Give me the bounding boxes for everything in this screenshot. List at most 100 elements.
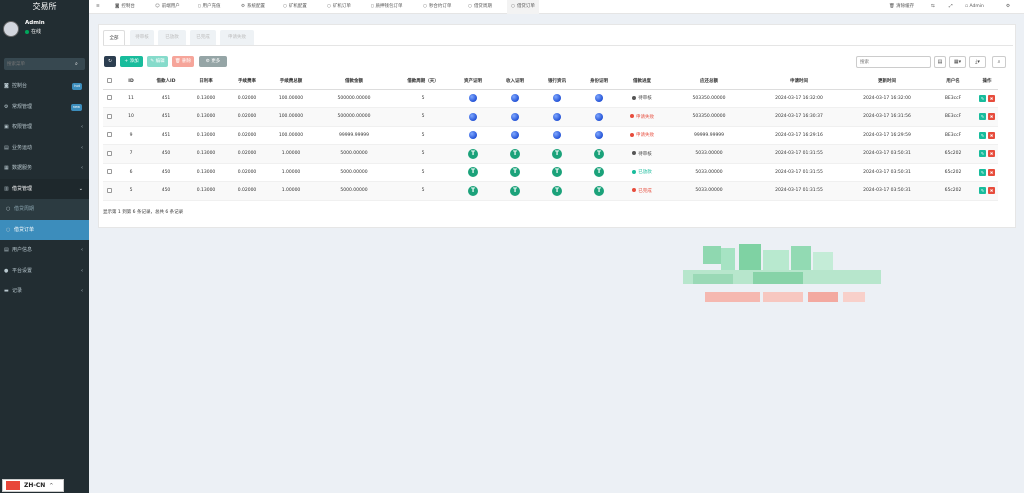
id-proof-tether-icon[interactable]: T [594, 148, 604, 159]
table-row[interactable]: 6 450 0.13000 0.02000 1.00000 5000.00000 5 T T T T… [103, 163, 998, 182]
sidebar-item-3[interactable]: ▤ 业务运动 ‹ [0, 138, 89, 159]
cell-income-proof[interactable] [494, 126, 536, 145]
edit-row-icon[interactable]: ✎ [979, 150, 986, 158]
bank-info-tether-icon[interactable]: T [552, 167, 562, 178]
asset-proof-tether-icon[interactable]: T [468, 185, 478, 196]
cell-id-proof[interactable] [578, 126, 620, 145]
delete-row-icon[interactable]: ✖ [988, 187, 995, 195]
delete-button[interactable]: 🗑 删除 [172, 56, 194, 67]
income-proof-tether-icon[interactable]: T [510, 167, 520, 178]
top-tab-9[interactable]: ○ 借贷订单 [507, 0, 539, 14]
delete-row-icon[interactable]: ✖ [988, 94, 995, 102]
delete-row-icon[interactable]: ✖ [988, 168, 995, 176]
id-proof-tether-icon[interactable]: T [594, 185, 604, 196]
cell-income-proof[interactable]: T [494, 163, 536, 182]
cell-id-proof[interactable]: T [578, 144, 620, 164]
income-proof-thumbnail-icon[interactable] [511, 112, 519, 121]
cell-bank-info[interactable]: T [536, 181, 578, 201]
table-row[interactable]: 10 451 0.13000 0.02000 100.00000 500000.00000… [103, 107, 998, 127]
toggle-view-icon[interactable]: ▤ [934, 56, 946, 68]
top-tab-3[interactable]: ⚙ 系统配置 [237, 0, 269, 14]
common-search-icon[interactable]: ⌕ [992, 56, 1006, 68]
checkbox-icon[interactable] [107, 150, 112, 156]
top-tab-5[interactable]: ○ 矿机订单 [323, 0, 355, 14]
top-tab-8[interactable]: ○ 借贷周期 [464, 0, 496, 14]
row-checkbox[interactable] [103, 126, 116, 145]
sidebar-item-4[interactable]: ▦ 数据服务 ‹ [0, 158, 89, 179]
bank-info-thumbnail-icon[interactable] [553, 131, 561, 140]
status-tab-0[interactable]: 全部 [103, 30, 125, 45]
delete-row-icon[interactable]: ✖ [988, 150, 995, 158]
refresh-button[interactable]: ↻ [104, 56, 116, 67]
clear-cache-button[interactable]: 🗑 清除缓存 [889, 0, 914, 14]
row-checkbox[interactable] [103, 89, 116, 108]
checkbox-icon[interactable] [107, 113, 112, 119]
asset-proof-thumbnail-icon[interactable] [469, 112, 477, 121]
status-tab-3[interactable]: 已完成 [190, 30, 216, 45]
cell-bank-info[interactable]: T [536, 163, 578, 182]
income-proof-thumbnail-icon[interactable] [511, 94, 519, 103]
export-dropdown-icon[interactable]: ⤓▾ [969, 56, 986, 68]
select-all-checkbox[interactable] [103, 74, 116, 90]
cell-asset-proof[interactable] [452, 89, 494, 108]
asset-proof-thumbnail-icon[interactable] [469, 94, 477, 103]
table-search-input[interactable] [856, 56, 931, 68]
edit-button[interactable]: ✎ 编辑 [147, 56, 168, 67]
row-checkbox[interactable] [103, 107, 116, 127]
table-row[interactable]: 11 451 0.13000 0.02000 100.00000 500000.00000… [103, 89, 998, 108]
cell-asset-proof[interactable]: T [452, 163, 494, 182]
cell-id-proof[interactable]: T [578, 163, 620, 182]
table-row[interactable]: 9 451 0.13000 0.02000 100.00000 99999.99999 5 申… [103, 126, 998, 145]
avatar[interactable] [3, 21, 19, 37]
cell-id-proof[interactable]: T [578, 181, 620, 201]
columns-dropdown-icon[interactable]: ▦▾ [949, 56, 966, 68]
edit-row-icon[interactable]: ✎ [979, 168, 986, 176]
more-button[interactable]: ⚙ 更多 [199, 56, 227, 67]
sidebar-item-8[interactable]: ▤ 用户信息 ‹ [0, 240, 89, 261]
sidebar-item-7[interactable]: ○ 借贷订单 [0, 219, 89, 240]
sidebar-item-5[interactable]: ▥ 借贷管理 ⌄ [0, 178, 89, 199]
income-proof-thumbnail-icon[interactable] [511, 131, 519, 140]
income-proof-tether-icon[interactable]: T [510, 185, 520, 196]
admin-menu[interactable]: ▫ Admin [965, 0, 984, 14]
cell-id-proof[interactable] [578, 89, 620, 108]
asset-proof-thumbnail-icon[interactable] [469, 131, 477, 140]
edit-row-icon[interactable]: ✎ [979, 131, 986, 139]
sidebar-item-2[interactable]: ▣ 权限管理 ‹ [0, 117, 89, 138]
cell-income-proof[interactable]: T [494, 181, 536, 201]
settings-icon[interactable]: ⚙ [1006, 0, 1010, 14]
sidebar-item-1[interactable]: ⚙ 常规管理 new [0, 97, 89, 118]
delete-row-icon[interactable]: ✖ [988, 113, 995, 121]
cell-income-proof[interactable] [494, 107, 536, 127]
edit-row-icon[interactable]: ✎ [979, 113, 986, 121]
language-switcher[interactable]: ZH-CN ^ [2, 479, 64, 492]
checkbox-icon[interactable] [107, 187, 112, 193]
status-tab-1[interactable]: 待审核 [130, 30, 154, 45]
add-button[interactable]: + 添加 [120, 56, 143, 67]
row-checkbox[interactable] [103, 163, 116, 182]
checkbox-icon[interactable] [107, 78, 112, 84]
asset-proof-tether-icon[interactable]: T [468, 148, 478, 159]
checkbox-icon[interactable] [107, 132, 112, 138]
top-tab-7[interactable]: ○ 秒合约订单 [419, 0, 455, 14]
cell-bank-info[interactable] [536, 107, 578, 127]
cell-bank-info[interactable] [536, 126, 578, 145]
sidebar-item-0[interactable]: ◙ 控制台 hot [0, 76, 89, 97]
edit-row-icon[interactable]: ✎ [979, 187, 986, 195]
fullscreen-icon[interactable]: ⤢ [949, 0, 953, 14]
cell-asset-proof[interactable]: T [452, 181, 494, 201]
cell-bank-info[interactable] [536, 89, 578, 108]
top-tab-4[interactable]: ○ 矿机配置 [279, 0, 311, 14]
sidebar-item-10[interactable]: ▬ 记录 ‹ [0, 281, 89, 302]
cell-asset-proof[interactable] [452, 107, 494, 127]
edit-row-icon[interactable]: ✎ [979, 94, 986, 102]
bank-info-thumbnail-icon[interactable] [553, 94, 561, 103]
status-tab-4[interactable]: 申请失败 [220, 30, 254, 45]
bank-info-tether-icon[interactable]: T [552, 185, 562, 196]
cell-asset-proof[interactable] [452, 126, 494, 145]
cell-income-proof[interactable]: T [494, 144, 536, 164]
id-proof-thumbnail-icon[interactable] [595, 94, 603, 103]
top-tab-1[interactable]: ☺ 前端用户 [151, 0, 184, 14]
top-tab-0[interactable]: ◙ 控制台 [111, 0, 139, 14]
brand-title[interactable]: 交易所 [0, 0, 89, 14]
